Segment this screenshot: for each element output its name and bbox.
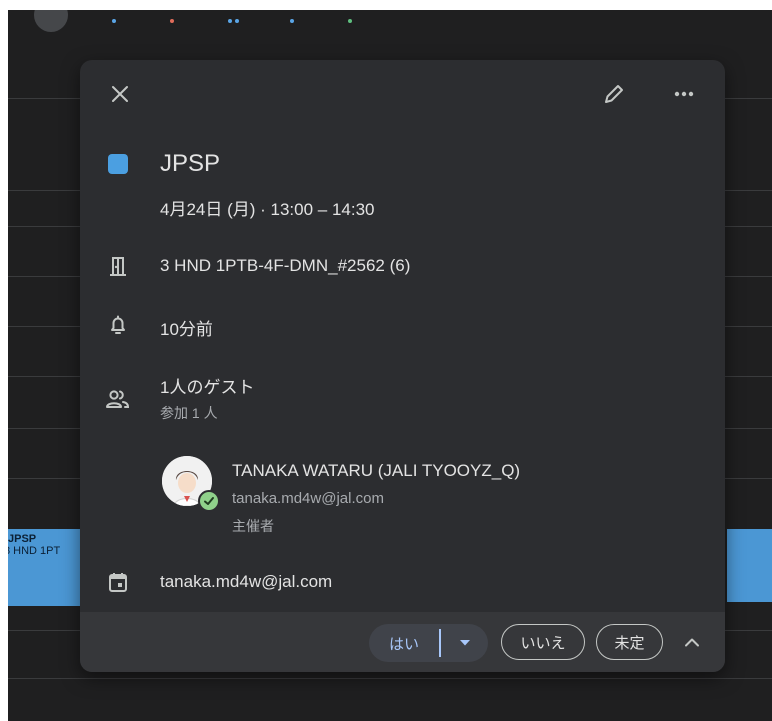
background-event-right[interactable] — [727, 529, 772, 602]
calendar-icon — [104, 568, 132, 596]
collapse-button[interactable] — [674, 624, 710, 660]
rsvp-dropdown-button[interactable] — [441, 624, 488, 662]
calendar-owner: tanaka.md4w@jal.com — [160, 572, 333, 591]
background-event-title: JPSP — [8, 533, 37, 545]
background-event-location: 3 HND 1PT — [8, 545, 61, 557]
event-dot — [112, 19, 116, 23]
rsvp-bar: はい いいえ 未定 — [80, 612, 725, 672]
guests-summary: 1人のゲスト — [160, 378, 255, 397]
rsvp-no-button[interactable]: いいえ — [501, 624, 585, 660]
rsvp-yes-button[interactable]: はい — [369, 624, 439, 662]
accepted-check-icon — [198, 490, 220, 512]
caret-down-icon — [459, 640, 470, 646]
chevron-up-icon — [685, 638, 699, 647]
event-dot — [348, 19, 352, 23]
guests-response-summary: 参加 1 人 — [160, 405, 218, 421]
event-datetime: 4月24日 (月) · 13:00 – 14:30 — [160, 200, 375, 219]
event-dot — [228, 19, 232, 23]
organizer-role: 主催者 — [232, 518, 274, 534]
event-dot — [170, 19, 174, 23]
rsvp-yes-split-button: はい — [369, 624, 488, 662]
pencil-icon — [605, 85, 623, 103]
close-icon — [112, 86, 128, 102]
people-icon — [104, 385, 132, 413]
bell-icon — [104, 311, 132, 339]
organizer-email: tanaka.md4w@jal.com — [232, 490, 384, 507]
event-dot — [235, 19, 239, 23]
door-icon — [104, 252, 132, 280]
calendar-app: JPSP 3 HND 1PT JPSP 4月24日 (月) · 13:00 – … — [8, 10, 772, 721]
event-color-swatch — [104, 150, 132, 178]
more-options-icon — [674, 91, 694, 97]
event-notification: 10分前 — [160, 320, 213, 339]
avatar[interactable] — [34, 10, 68, 32]
background-event[interactable]: JPSP 3 HND 1PT — [8, 529, 80, 606]
event-title: JPSP — [160, 150, 221, 177]
event-dot — [290, 19, 294, 23]
close-button[interactable] — [104, 78, 136, 110]
organizer-name: TANAKA WATARU (JALI TYOOYZ_Q) — [232, 461, 521, 480]
rsvp-maybe-button[interactable]: 未定 — [596, 624, 663, 660]
edit-button[interactable] — [598, 78, 630, 110]
more-options-button[interactable] — [668, 78, 700, 110]
event-details-popup: JPSP 4月24日 (月) · 13:00 – 14:30 3 HND 1PT… — [80, 60, 725, 672]
event-room: 3 HND 1PTB-4F-DMN_#2562 (6) — [160, 256, 411, 275]
